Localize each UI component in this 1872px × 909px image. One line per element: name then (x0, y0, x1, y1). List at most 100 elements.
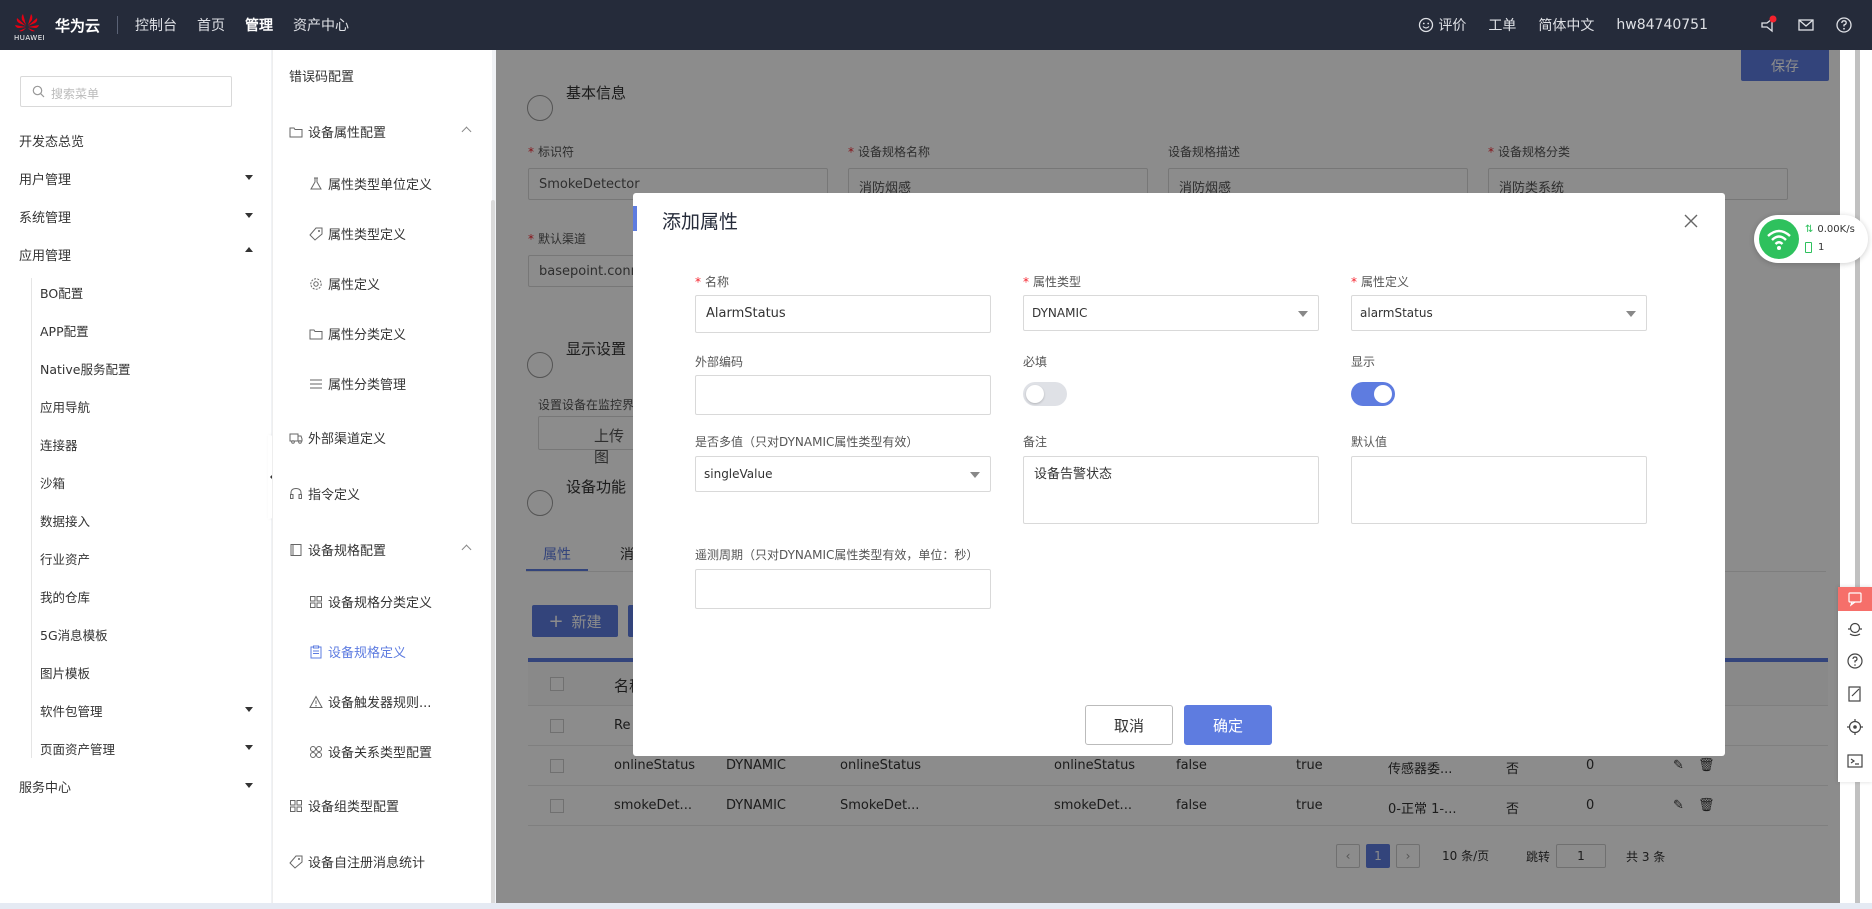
default-value-textarea[interactable] (1351, 456, 1647, 524)
close-icon[interactable] (1682, 212, 1700, 230)
menu-command-def[interactable]: 指令定义 (289, 484, 360, 503)
menu-system-manage[interactable]: 系统管理 (19, 207, 71, 226)
menu-bo-config[interactable]: BO配置 (40, 283, 83, 302)
help-icon (1836, 17, 1852, 33)
menu-group-type[interactable]: 设备组类型配置 (289, 796, 399, 815)
chevron-down-icon (245, 783, 253, 788)
menu-my-repo[interactable]: 我的仓库 (40, 587, 90, 606)
terminal-icon[interactable] (1846, 752, 1864, 770)
chevron-down-icon (245, 745, 253, 750)
menu-attr-type[interactable]: 属性类型定义 (309, 224, 406, 243)
name-input[interactable]: AlarmStatus (695, 295, 991, 333)
username[interactable]: hw84740751 (1616, 17, 1708, 33)
menu-self-register-label: 设备自注册消息统计 (308, 856, 426, 871)
menu-attr-unit-label: 属性类型单位定义 (328, 178, 433, 193)
menu-service-center[interactable]: 服务中心 (19, 777, 71, 796)
group-device-attr-label: 设备属性配置 (308, 126, 387, 141)
brand-name: 华为云 (55, 16, 101, 35)
submenu-scrollbar[interactable] (491, 200, 495, 908)
help-icon[interactable] (1846, 652, 1864, 670)
required-toggle[interactable] (1023, 382, 1067, 406)
menu-spec-cat-label: 设备规格分类定义 (328, 596, 433, 611)
top-right-actions: 评价 工单 简体中文 hw84740751 (1418, 0, 1872, 50)
announcement-button[interactable] (1758, 15, 1778, 35)
menu-spec-def[interactable]: 设备规格定义 (309, 642, 406, 661)
nav-console[interactable]: 控制台 (135, 15, 177, 35)
menu-attr-cat-manage[interactable]: 属性分类管理 (309, 374, 406, 393)
menu-data-access[interactable]: 数据接入 (40, 511, 90, 530)
menu-error-code[interactable]: 错误码配置 (289, 66, 354, 85)
nav-home[interactable]: 首页 (197, 15, 225, 35)
menu-search-input[interactable]: 搜索菜单 (20, 76, 232, 107)
help-button[interactable] (1834, 15, 1854, 35)
side-tools-panel (1838, 587, 1872, 782)
menu-self-register[interactable]: 设备自注册消息统计 (289, 852, 425, 871)
menu-attr-unit[interactable]: 属性类型单位定义 (309, 174, 432, 193)
menu-attr-def[interactable]: 属性定义 (309, 274, 380, 293)
device-count-value: 1 (1818, 242, 1825, 253)
menu-relation-type[interactable]: 设备关系类型配置 (309, 742, 432, 761)
nav-manage[interactable]: 管理 (245, 15, 273, 35)
top-nav: 控制台 首页 管理 资产中心 (135, 15, 369, 35)
cancel-button[interactable]: 取消 (1085, 705, 1173, 745)
wifi-icon (1767, 229, 1791, 250)
ticket-link[interactable]: 工单 (1488, 15, 1516, 35)
language-switch[interactable]: 简体中文 (1538, 15, 1594, 35)
menu-page-assets[interactable]: 页面资产管理 (40, 739, 115, 758)
menu-attr-def-label: 属性定义 (328, 278, 381, 293)
left-sidebar: 搜索菜单 开发态总览 用户管理 系统管理 应用管理 BO配置 APP配置 Nat… (0, 50, 271, 909)
locate-icon[interactable] (1846, 718, 1864, 736)
device-count: 1 (1805, 242, 1824, 253)
menu-sandbox[interactable]: 沙箱 (40, 473, 65, 492)
menu-attr-cat-def-label: 属性分类定义 (328, 328, 407, 343)
name-label: * 名称 (695, 275, 730, 289)
menu-trigger-rule-label: 设备触发器规则... (328, 696, 432, 711)
group-device-attr[interactable]: 设备属性配置 (289, 122, 386, 141)
menu-trigger-rule[interactable]: 设备触发器规则... (309, 692, 431, 711)
chat-button[interactable] (1838, 587, 1872, 611)
menu-native-service[interactable]: Native服务配置 (40, 359, 130, 378)
attr-def-value: alarmStatus (1360, 306, 1433, 320)
chevron-up-icon (461, 126, 472, 137)
menu-user-manage[interactable]: 用户管理 (19, 169, 71, 188)
menu-industry-assets[interactable]: 行业资产 (40, 549, 90, 568)
attr-def-select[interactable]: alarmStatus (1351, 295, 1647, 331)
menu-package-manage[interactable]: 软件包管理 (40, 701, 103, 720)
nav-assets[interactable]: 资产中心 (293, 15, 349, 35)
menu-attr-cat-def[interactable]: 属性分类定义 (309, 324, 406, 343)
folder-icon (309, 329, 323, 339)
remark-textarea[interactable]: 设备告警状态 (1023, 456, 1319, 524)
multi-value-label: 是否多值（只对DYNAMIC属性类型有效） (695, 435, 919, 449)
menu-connector[interactable]: 连接器 (40, 435, 78, 454)
folder-icon (289, 127, 303, 137)
mail-button[interactable] (1796, 15, 1816, 35)
logo-word: HUAWEI (14, 34, 46, 42)
attr-type-select[interactable]: DYNAMIC (1023, 295, 1319, 331)
menu-app-config[interactable]: APP配置 (40, 321, 89, 340)
external-code-input[interactable] (695, 375, 991, 415)
menu-command-def-label: 指令定义 (308, 488, 361, 503)
customer-service-icon[interactable] (1846, 620, 1864, 638)
network-speed-widget[interactable]: ⇅ 0.00K/s 1 (1754, 215, 1868, 263)
multi-value-select[interactable]: singleValue (695, 456, 991, 492)
telemetry-period-input[interactable] (695, 569, 991, 609)
group-device-spec[interactable]: 设备规格配置 (289, 540, 386, 559)
default-value-label: 默认值 (1351, 435, 1388, 449)
menu-image-template[interactable]: 图片模板 (40, 663, 90, 682)
menu-app-manage[interactable]: 应用管理 (19, 245, 71, 264)
huawei-logo[interactable]: HUAWEI 华为云 (14, 12, 101, 42)
menu-external-channel[interactable]: 外部渠道定义 (289, 428, 386, 447)
menu-dev-overview[interactable]: 开发态总览 (19, 131, 84, 150)
show-toggle[interactable] (1351, 382, 1395, 406)
remark-label: 备注 (1023, 435, 1048, 449)
transfer-arrows-icon: ⇅ (1805, 224, 1814, 235)
feedback-edit-icon[interactable] (1846, 685, 1864, 703)
tag-icon (289, 855, 303, 869)
chevron-down-icon (1298, 311, 1308, 317)
confirm-button[interactable]: 确定 (1184, 705, 1272, 745)
rating-link[interactable]: 评价 (1418, 15, 1466, 35)
menu-spec-cat[interactable]: 设备规格分类定义 (309, 592, 432, 611)
menu-app-nav[interactable]: 应用导航 (40, 397, 90, 416)
menu-5g-template[interactable]: 5G消息模板 (40, 625, 108, 644)
rating-label: 评价 (1438, 18, 1467, 34)
